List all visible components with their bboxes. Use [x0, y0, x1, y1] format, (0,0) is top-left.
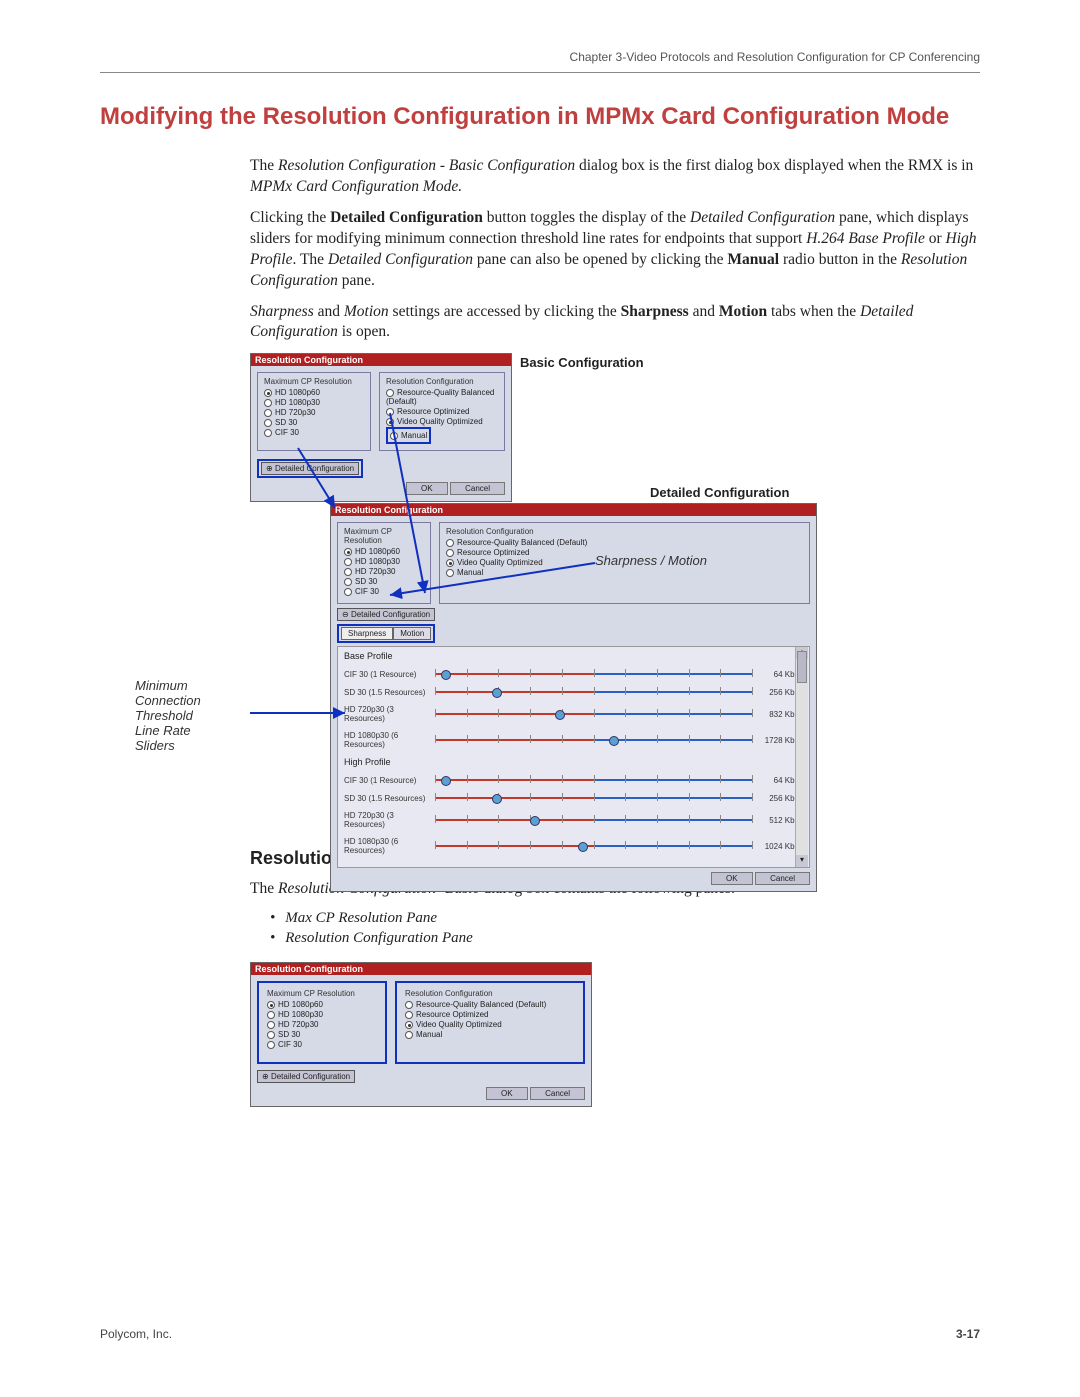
group-max-cp-3: Maximum CP Resolution HD 1080p60 HD 1080… [261, 985, 383, 1056]
highlight-maxcp-pane: Maximum CP Resolution HD 1080p60 HD 1080… [257, 981, 387, 1064]
detailed-config-toggle-3[interactable]: ⊕ Detailed Configuration [257, 1070, 355, 1083]
radio-hd1080p60-3[interactable]: HD 1080p60 [267, 1000, 377, 1009]
radio-cif30-3[interactable]: CIF 30 [267, 1040, 377, 1049]
slider-label: HD 720p30 (3 Resources) [344, 811, 429, 829]
radio-manual-3[interactable]: Manual [405, 1030, 575, 1039]
ok-button-2[interactable]: OK [711, 872, 753, 885]
cancel-button-3[interactable]: Cancel [530, 1087, 585, 1100]
figure-zone-2: Resolution Configuration Maximum CP Reso… [250, 962, 980, 1107]
scrollbar[interactable]: ▴ ▾ [795, 647, 808, 867]
slider-track[interactable] [435, 793, 752, 803]
radio-hd720p30[interactable]: HD 720p30 [264, 408, 364, 417]
radio-hd1080p30[interactable]: HD 1080p30 [264, 398, 364, 407]
bullet-rescfg: Resolution Configuration Pane [270, 930, 980, 947]
slider-track[interactable] [435, 669, 752, 679]
radio-hd1080p60-2[interactable]: HD 1080p60 [344, 547, 424, 556]
radio-sd30-3[interactable]: SD 30 [267, 1030, 377, 1039]
radio-video-quality-3[interactable]: Video Quality Optimized [405, 1020, 575, 1029]
slider-track[interactable] [435, 815, 752, 825]
radio-sd30-2[interactable]: SD 30 [344, 577, 424, 586]
slider-label: SD 30 (1.5 Resources) [344, 688, 429, 697]
cancel-button-2[interactable]: Cancel [755, 872, 810, 885]
highlight-manual: Manual [386, 427, 431, 444]
radio-hd720p30-2[interactable]: HD 720p30 [344, 567, 424, 576]
slider-label: HD 1080p30 (6 Resources) [344, 837, 429, 855]
paragraph-2: Clicking the Detailed Configuration butt… [250, 208, 980, 292]
dialog-title-3: Resolution Configuration [251, 963, 591, 975]
radio-balanced-2[interactable]: Resource-Quality Balanced (Default) [446, 538, 803, 547]
radio-resource-opt-3[interactable]: Resource Optimized [405, 1010, 575, 1019]
radio-hd1080p60[interactable]: HD 1080p60 [264, 388, 364, 397]
dialog-title-2: Resolution Configuration [331, 504, 816, 516]
group-res-config: Resolution Configuration Resource-Qualit… [379, 372, 505, 451]
radio-hd1080p30-3[interactable]: HD 1080p30 [267, 1010, 377, 1019]
bullet-list: Max CP Resolution Pane Resolution Config… [270, 910, 980, 947]
radio-cif30-2[interactable]: CIF 30 [344, 587, 424, 596]
label-basic-config: Basic Configuration [520, 355, 644, 370]
group-max-cp: Maximum CP Resolution HD 1080p60 HD 1080… [257, 372, 371, 451]
section-high-profile: High Profile [344, 757, 803, 767]
radio-video-quality[interactable]: Video Quality Optimized [386, 417, 498, 426]
chapter-header: Chapter 3-Video Protocols and Resolution… [100, 50, 980, 64]
tab-motion[interactable]: Motion [393, 627, 431, 640]
label-sliders: Minimum Connection Threshold Line Rate S… [135, 678, 245, 753]
radio-balanced[interactable]: Resource-Quality Balanced (Default) [386, 388, 498, 406]
slider-row: SD 30 (1.5 Resources)256 Kbps [344, 793, 803, 803]
footer-company: Polycom, Inc. [100, 1327, 172, 1341]
label-detailed-config: Detailed Configuration [650, 485, 789, 500]
page-title: Modifying the Resolution Configuration i… [100, 103, 980, 131]
slider-row: HD 1080p30 (6 Resources)1024 Kbps [344, 837, 803, 855]
slider-track[interactable] [435, 775, 752, 785]
body-text: The Resolution Configuration - Basic Con… [250, 156, 980, 343]
figure-zone-1: Resolution Configuration Maximum CP Reso… [250, 353, 980, 823]
bullet-maxcp: Max CP Resolution Pane [270, 910, 980, 927]
slider-label: HD 720p30 (3 Resources) [344, 705, 429, 723]
slider-label: CIF 30 (1 Resource) [344, 670, 429, 679]
slider-pane: Base Profile CIF 30 (1 Resource)64 Kbps S… [337, 646, 810, 868]
slider-row: SD 30 (1.5 Resources)256 Kbps [344, 687, 803, 697]
cancel-button[interactable]: Cancel [450, 482, 505, 495]
radio-resource-opt[interactable]: Resource Optimized [386, 407, 498, 416]
slider-track[interactable] [435, 709, 752, 719]
slider-row: HD 1080p30 (6 Resources)1728 Kbps [344, 731, 803, 749]
section-base-profile: Base Profile [344, 651, 803, 661]
slider-track[interactable] [435, 735, 752, 745]
radio-sd30[interactable]: SD 30 [264, 418, 364, 427]
slider-label: HD 1080p30 (6 Resources) [344, 731, 429, 749]
slider-label: SD 30 (1.5 Resources) [344, 794, 429, 803]
detailed-config-toggle[interactable]: ⊕ Detailed Configuration [261, 462, 359, 475]
paragraph-3: Sharpness and Motion settings are access… [250, 302, 980, 344]
slider-label: CIF 30 (1 Resource) [344, 776, 429, 785]
slider-row: CIF 30 (1 Resource)64 Kbps [344, 669, 803, 679]
slider-row: CIF 30 (1 Resource)64 Kbps [344, 775, 803, 785]
dialog-title: Resolution Configuration [251, 354, 511, 366]
group-res-config-3: Resolution Configuration Resource-Qualit… [399, 985, 581, 1046]
paragraph-1: The Resolution Configuration - Basic Con… [250, 156, 980, 198]
ok-button[interactable]: OK [406, 482, 448, 495]
slider-track[interactable] [435, 841, 752, 851]
dialog-basic-config: Resolution Configuration Maximum CP Reso… [250, 353, 512, 502]
radio-manual-2[interactable]: Manual [446, 568, 803, 577]
highlight-detailed-btn: ⊕ Detailed Configuration [257, 459, 363, 478]
highlight-tabs: SharpnessMotion [337, 624, 435, 643]
radio-hd720p30-3[interactable]: HD 720p30 [267, 1020, 377, 1029]
footer-page: 3-17 [956, 1327, 980, 1341]
radio-cif30[interactable]: CIF 30 [264, 428, 364, 437]
radio-balanced-3[interactable]: Resource-Quality Balanced (Default) [405, 1000, 575, 1009]
dialog-detailed-config: Resolution Configuration Maximum CP Reso… [330, 503, 817, 892]
highlight-rescfg-pane: Resolution Configuration Resource-Qualit… [395, 981, 585, 1064]
radio-manual[interactable]: Manual [390, 431, 427, 440]
group-max-cp-2: Maximum CP Resolution HD 1080p60 HD 1080… [337, 522, 431, 604]
slider-track[interactable] [435, 687, 752, 697]
header-rule [100, 72, 980, 73]
ok-button-3[interactable]: OK [486, 1087, 528, 1100]
dialog-basic-config-2: Resolution Configuration Maximum CP Reso… [250, 962, 592, 1107]
slider-row: HD 720p30 (3 Resources)832 Kbps [344, 705, 803, 723]
slider-row: HD 720p30 (3 Resources)512 Kbps [344, 811, 803, 829]
label-sharpness-motion: Sharpness / Motion [595, 553, 707, 568]
detailed-config-toggle-2[interactable]: ⊖ Detailed Configuration [337, 608, 435, 621]
radio-hd1080p30-2[interactable]: HD 1080p30 [344, 557, 424, 566]
tab-sharpness[interactable]: Sharpness [341, 627, 393, 640]
